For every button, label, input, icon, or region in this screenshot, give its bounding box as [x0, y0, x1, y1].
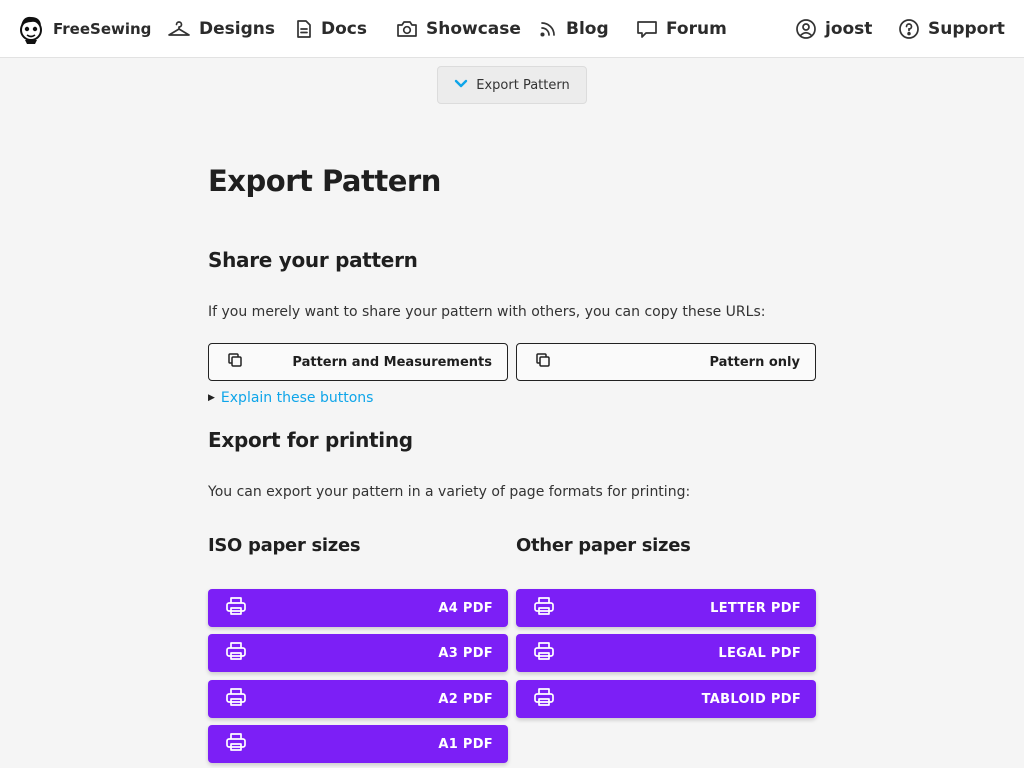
other-sizes-heading: Other paper sizes — [516, 535, 691, 556]
nav-forum-label: Forum — [666, 19, 727, 39]
rss-icon — [538, 19, 558, 39]
camera-icon — [396, 19, 418, 39]
nav-blog-label: Blog — [566, 19, 609, 39]
export-a3-pdf-label: A3 PDF — [438, 645, 493, 661]
brand-home-link[interactable]: FreeSewing — [17, 0, 151, 58]
iso-sizes-heading: ISO paper sizes — [208, 535, 361, 556]
export-pattern-toggle-label: Export Pattern — [476, 77, 570, 93]
nav-docs[interactable]: Docs — [295, 0, 367, 58]
nav-support[interactable]: Support — [898, 0, 1005, 58]
nav-docs-label: Docs — [321, 19, 367, 39]
nav-designs[interactable]: Designs — [167, 0, 275, 58]
printer-icon — [533, 641, 555, 665]
nav-showcase[interactable]: Showcase — [396, 0, 521, 58]
export-letter-pdf-button[interactable]: LETTER PDF — [516, 589, 816, 627]
printer-icon — [225, 687, 247, 711]
printer-icon — [533, 687, 555, 711]
copy-pattern-and-measurements-label: Pattern and Measurements — [292, 354, 492, 370]
document-icon — [295, 19, 313, 39]
copy-pattern-and-measurements-button[interactable]: Pattern and Measurements — [208, 343, 508, 381]
chevron-down-icon — [454, 78, 468, 93]
printer-icon — [225, 732, 247, 756]
export-a3-pdf-button[interactable]: A3 PDF — [208, 634, 508, 672]
copy-icon — [227, 352, 243, 372]
export-a2-pdf-label: A2 PDF — [438, 691, 493, 707]
copy-pattern-only-label: Pattern only — [709, 354, 800, 370]
print-heading: Export for printing — [208, 428, 413, 452]
help-icon — [898, 18, 920, 40]
export-letter-pdf-label: LETTER PDF — [710, 600, 801, 616]
top-navigation: FreeSewing Designs Docs Showcase Blog Fo… — [0, 0, 1024, 58]
export-pattern-toggle[interactable]: Export Pattern — [437, 66, 587, 104]
nav-support-label: Support — [928, 19, 1005, 39]
brand-label: FreeSewing — [53, 20, 152, 38]
export-legal-pdf-button[interactable]: LEGAL PDF — [516, 634, 816, 672]
freesewing-logo-icon — [17, 14, 45, 44]
export-tabloid-pdf-button[interactable]: TABLOID PDF — [516, 680, 816, 718]
copy-pattern-only-button[interactable]: Pattern only — [516, 343, 816, 381]
explain-buttons-disclosure[interactable]: ▶ Explain these buttons — [208, 390, 373, 406]
disclosure-triangle-icon: ▶ — [208, 393, 215, 403]
user-icon — [795, 18, 817, 40]
explain-buttons-link[interactable]: Explain these buttons — [221, 390, 374, 406]
nav-blog[interactable]: Blog — [538, 0, 609, 58]
share-intro: If you merely want to share your pattern… — [208, 304, 766, 320]
print-intro: You can export your pattern in a variety… — [208, 484, 691, 500]
share-heading: Share your pattern — [208, 248, 418, 272]
nav-designs-label: Designs — [199, 19, 275, 39]
printer-icon — [225, 596, 247, 620]
nav-forum[interactable]: Forum — [636, 0, 727, 58]
export-a1-pdf-label: A1 PDF — [438, 736, 493, 752]
nav-user[interactable]: joost — [795, 0, 872, 58]
page-title: Export Pattern — [208, 164, 441, 198]
export-a4-pdf-label: A4 PDF — [438, 600, 493, 616]
export-a1-pdf-button[interactable]: A1 PDF — [208, 725, 508, 763]
export-tabloid-pdf-label: TABLOID PDF — [701, 691, 801, 707]
nav-user-label: joost — [825, 19, 873, 39]
hanger-icon — [167, 19, 191, 39]
nav-showcase-label: Showcase — [426, 19, 521, 39]
export-a4-pdf-button[interactable]: A4 PDF — [208, 589, 508, 627]
copy-icon — [535, 352, 551, 372]
export-a2-pdf-button[interactable]: A2 PDF — [208, 680, 508, 718]
chat-icon — [636, 19, 658, 39]
printer-icon — [225, 641, 247, 665]
export-legal-pdf-label: LEGAL PDF — [718, 645, 801, 661]
printer-icon — [533, 596, 555, 620]
